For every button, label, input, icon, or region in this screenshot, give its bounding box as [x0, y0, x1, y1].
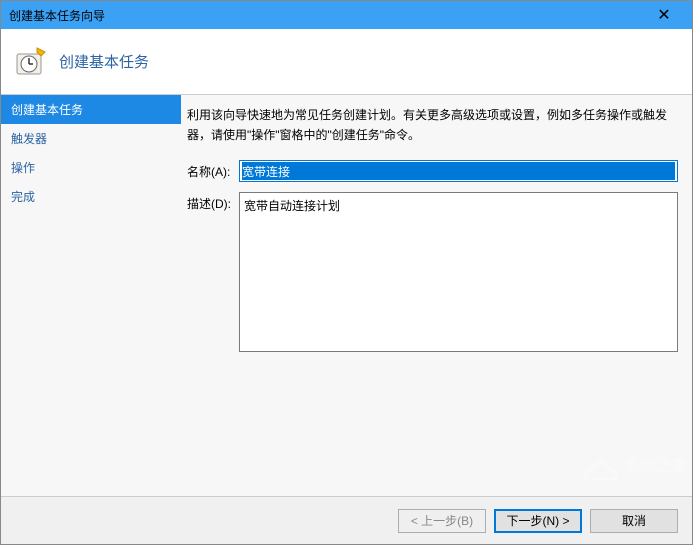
- description-textarea[interactable]: [239, 192, 678, 352]
- back-button: < 上一步(B): [398, 509, 486, 533]
- sidebar: 创建基本任务 触发器 操作 完成: [1, 95, 181, 496]
- titlebar: 创建基本任务向导 ✕: [1, 1, 692, 29]
- name-label: 名称(A):: [187, 160, 239, 180]
- name-row: 名称(A): 宽带连接: [187, 160, 678, 182]
- sidebar-item-label: 操作: [11, 161, 35, 175]
- description-row: 描述(D):: [187, 192, 678, 352]
- clock-icon: [15, 46, 47, 78]
- window-title: 创建基本任务向导: [9, 7, 644, 24]
- wizard-body: 创建基本任务 触发器 操作 完成 利用该向导快速地为常见任务创建计划。有关更多高…: [1, 95, 692, 496]
- sidebar-item-action[interactable]: 操作: [1, 153, 181, 182]
- sidebar-item-trigger[interactable]: 触发器: [1, 124, 181, 153]
- name-input[interactable]: 宽带连接: [239, 160, 678, 182]
- sidebar-item-label: 创建基本任务: [11, 103, 83, 117]
- close-icon: ✕: [657, 5, 670, 25]
- wizard-description: 利用该向导快速地为常见任务创建计划。有关更多高级选项或设置，例如多任务操作或触发…: [187, 105, 678, 146]
- sidebar-item-finish[interactable]: 完成: [1, 182, 181, 211]
- name-value-selected: 宽带连接: [242, 162, 675, 180]
- content-panel: 利用该向导快速地为常见任务创建计划。有关更多高级选项或设置，例如多任务操作或触发…: [181, 95, 692, 496]
- close-button[interactable]: ✕: [644, 1, 684, 29]
- sidebar-item-label: 完成: [11, 190, 35, 204]
- sidebar-item-label: 触发器: [11, 132, 47, 146]
- wizard-window: 创建基本任务向导 ✕ 创建基本任务 创建基本任务 触发器 操作: [0, 0, 693, 545]
- wizard-header: 创建基本任务: [1, 29, 692, 95]
- description-label: 描述(D):: [187, 192, 239, 212]
- footer: < 上一步(B) 下一步(N) > 取消: [1, 496, 692, 544]
- sidebar-item-create-task[interactable]: 创建基本任务: [1, 95, 181, 124]
- cancel-button[interactable]: 取消: [590, 509, 678, 533]
- next-button[interactable]: 下一步(N) >: [494, 509, 582, 533]
- header-title: 创建基本任务: [59, 51, 149, 72]
